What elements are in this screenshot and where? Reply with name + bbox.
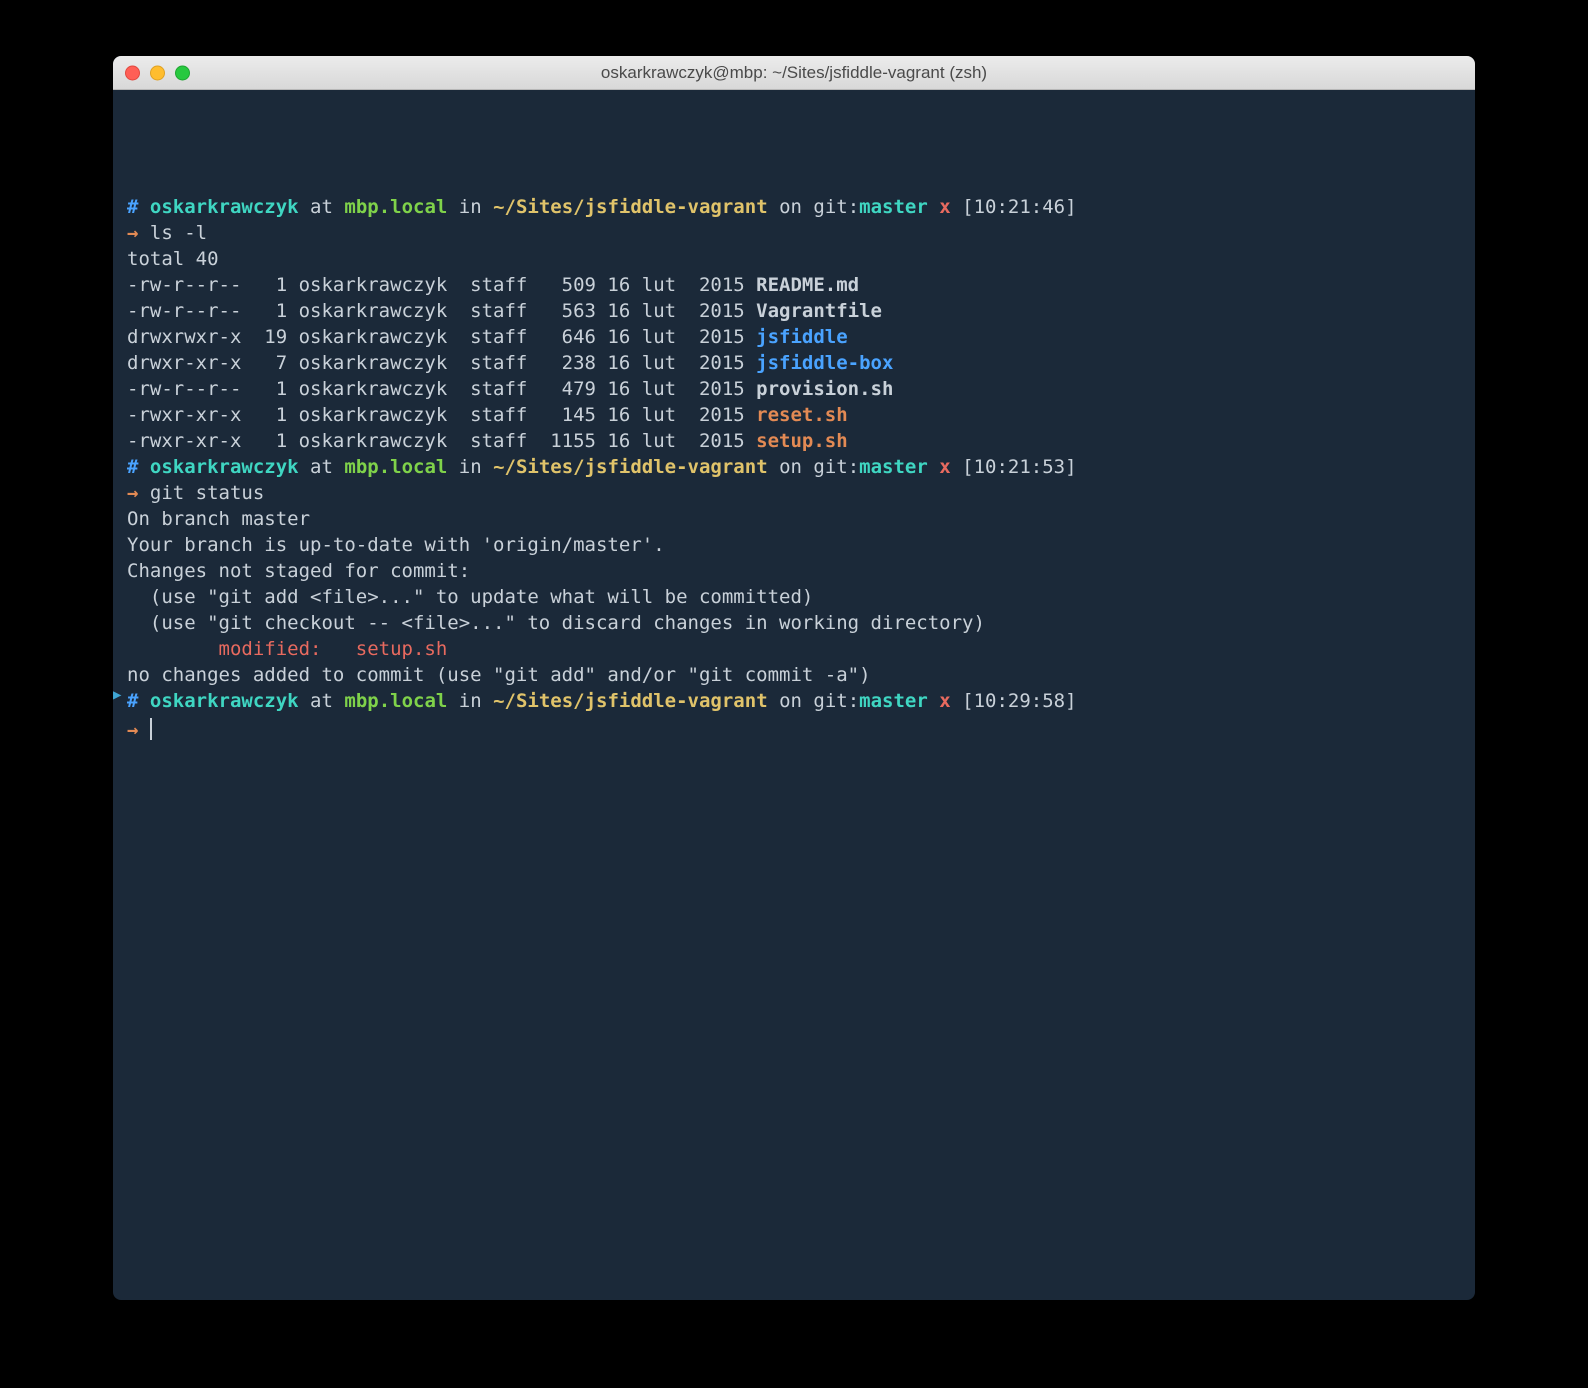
- git-changes-line: Changes not staged for commit:: [127, 558, 1461, 584]
- ls-row: drwxrwxr-x 19 oskarkrawczyk staff 646 16…: [127, 324, 1461, 350]
- ls-filename: jsfiddle-box: [756, 352, 893, 374]
- prompt-path: ~/Sites/jsfiddle-vagrant: [493, 196, 768, 218]
- git-uptodate-line: Your branch is up-to-date with 'origin/m…: [127, 532, 1461, 558]
- prompt-on: on: [768, 690, 814, 712]
- minimize-icon[interactable]: [150, 65, 165, 80]
- ls-perm: drwxrwxr-x 19 oskarkrawczyk staff 646 16…: [127, 326, 756, 348]
- prompt-time: [10:29:58]: [962, 690, 1076, 712]
- prompt-hash: #: [127, 456, 150, 478]
- ls-filename: Vagrantfile: [756, 300, 882, 322]
- prompt-branch: master: [859, 690, 928, 712]
- git-hint-add: (use "git add <file>..." to update what …: [127, 584, 1461, 610]
- prompt-in: in: [447, 690, 493, 712]
- git-no-changes: no changes added to commit (use "git add…: [127, 662, 1461, 688]
- prompt-arrow-icon: →: [127, 482, 150, 504]
- terminal-window: oskarkrawczyk@mbp: ~/Sites/jsfiddle-vagr…: [113, 56, 1475, 1300]
- ls-filename: provision.sh: [756, 378, 893, 400]
- ls-filename: reset.sh: [756, 404, 848, 426]
- prompt-user: oskarkrawczyk: [150, 456, 299, 478]
- prompt-at: at: [299, 456, 345, 478]
- line-marker-icon: ▶: [113, 682, 121, 708]
- prompt-time: [10:21:46]: [962, 196, 1076, 218]
- ls-perm: drwxr-xr-x 7 oskarkrawczyk staff 238 16 …: [127, 352, 756, 374]
- command-line[interactable]: →: [127, 714, 1461, 743]
- prompt-on: on: [768, 196, 814, 218]
- prompt-path: ~/Sites/jsfiddle-vagrant: [493, 456, 768, 478]
- prompt-git-prefix: git:: [813, 196, 859, 218]
- prompt-at: at: [299, 196, 345, 218]
- command-text: git status: [150, 482, 264, 504]
- prompt-line: # oskarkrawczyk at mbp.local in ~/Sites/…: [127, 194, 1461, 220]
- prompt-at: at: [299, 690, 345, 712]
- ls-perm: -rwxr-xr-x 1 oskarkrawczyk staff 1155 16…: [127, 430, 756, 452]
- terminal-body[interactable]: # oskarkrawczyk at mbp.local in ~/Sites/…: [113, 124, 1475, 757]
- titlebar[interactable]: oskarkrawczyk@mbp: ~/Sites/jsfiddle-vagr…: [113, 56, 1475, 90]
- prompt-arrow-icon: →: [127, 222, 150, 244]
- prompt-host: mbp.local: [344, 690, 447, 712]
- prompt-user: oskarkrawczyk: [150, 196, 299, 218]
- command-line[interactable]: → ls -l: [127, 220, 1461, 246]
- git-branch-line: On branch master: [127, 506, 1461, 532]
- cursor-icon: [150, 718, 152, 740]
- prompt-time: [10:21:53]: [962, 456, 1076, 478]
- prompt-hash: #: [127, 196, 150, 218]
- ls-row: -rw-r--r-- 1 oskarkrawczyk staff 563 16 …: [127, 298, 1461, 324]
- prompt-arrow-icon: →: [127, 719, 150, 741]
- prompt-in: in: [447, 456, 493, 478]
- git-modified-line: modified: setup.sh: [127, 636, 1461, 662]
- prompt-on: on: [768, 456, 814, 478]
- ls-row: -rw-r--r-- 1 oskarkrawczyk staff 479 16 …: [127, 376, 1461, 402]
- ls-row: drwxr-xr-x 7 oskarkrawczyk staff 238 16 …: [127, 350, 1461, 376]
- ls-filename: jsfiddle: [756, 326, 848, 348]
- ls-perm: -rw-r--r-- 1 oskarkrawczyk staff 479 16 …: [127, 378, 756, 400]
- prompt-user: oskarkrawczyk: [150, 690, 299, 712]
- git-hint-checkout: (use "git checkout -- <file>..." to disc…: [127, 610, 1461, 636]
- ls-total: total 40: [127, 246, 1461, 272]
- prompt-host: mbp.local: [344, 196, 447, 218]
- window-title: oskarkrawczyk@mbp: ~/Sites/jsfiddle-vagr…: [113, 63, 1475, 83]
- zoom-icon[interactable]: [175, 65, 190, 80]
- prompt-dirty: x: [928, 196, 962, 218]
- prompt-hash: #: [127, 690, 150, 712]
- ls-row: -rw-r--r-- 1 oskarkrawczyk staff 509 16 …: [127, 272, 1461, 298]
- prompt-branch: master: [859, 196, 928, 218]
- ls-perm: -rw-r--r-- 1 oskarkrawczyk staff 509 16 …: [127, 274, 756, 296]
- prompt-dirty: x: [928, 456, 962, 478]
- prompt-git-prefix: git:: [813, 456, 859, 478]
- prompt-in: in: [447, 196, 493, 218]
- close-icon[interactable]: [125, 65, 140, 80]
- ls-row: -rwxr-xr-x 1 oskarkrawczyk staff 145 16 …: [127, 402, 1461, 428]
- command-text: ls -l: [150, 222, 207, 244]
- ls-row: -rwxr-xr-x 1 oskarkrawczyk staff 1155 16…: [127, 428, 1461, 454]
- ls-filename: README.md: [756, 274, 859, 296]
- prompt-path: ~/Sites/jsfiddle-vagrant: [493, 690, 768, 712]
- prompt-git-prefix: git:: [813, 690, 859, 712]
- prompt-dirty: x: [928, 690, 962, 712]
- window-controls: [125, 65, 190, 80]
- command-line[interactable]: → git status: [127, 480, 1461, 506]
- prompt-line: # oskarkrawczyk at mbp.local in ~/Sites/…: [127, 688, 1461, 714]
- prompt-host: mbp.local: [344, 456, 447, 478]
- ls-filename: setup.sh: [756, 430, 848, 452]
- ls-perm: -rwxr-xr-x 1 oskarkrawczyk staff 145 16 …: [127, 404, 756, 426]
- prompt-branch: master: [859, 456, 928, 478]
- prompt-line: # oskarkrawczyk at mbp.local in ~/Sites/…: [127, 454, 1461, 480]
- ls-perm: -rw-r--r-- 1 oskarkrawczyk staff 563 16 …: [127, 300, 756, 322]
